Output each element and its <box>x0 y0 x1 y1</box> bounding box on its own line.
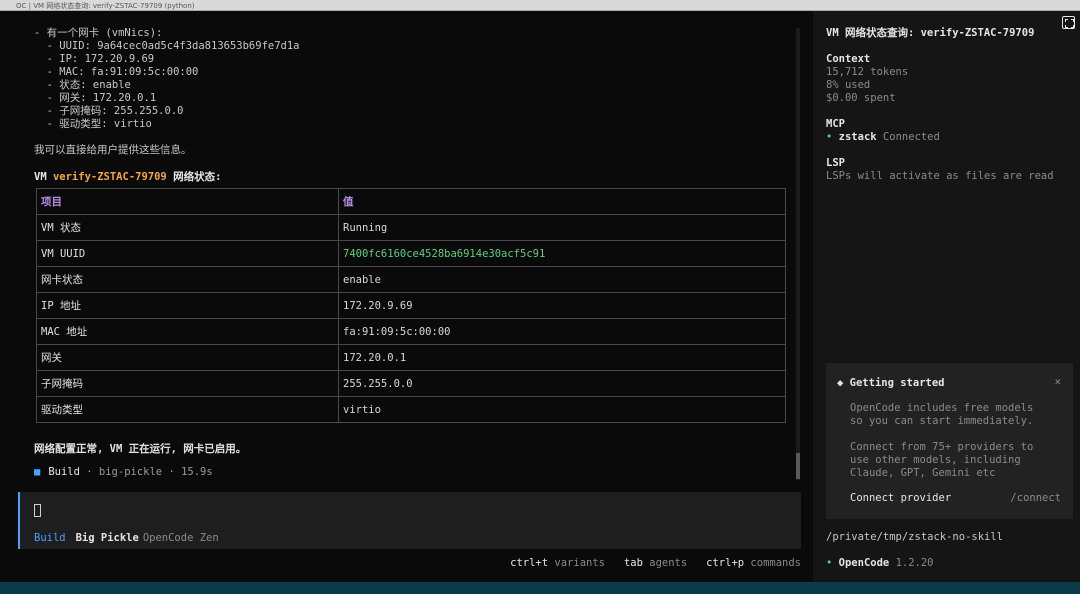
context-tokens: 15,712 tokens <box>826 66 909 78</box>
table-cell-key: VM 状态 <box>36 214 339 241</box>
hint-key: tab <box>623 557 643 569</box>
build-status: ■ Build · big-pickle · 15.9s <box>34 466 213 478</box>
nic-line: - IP: 172.20.9.69 <box>34 53 155 65</box>
getting-started-card: ◆ Getting started × OpenCode includes fr… <box>826 363 1073 519</box>
table-row: IP 地址 172.20.9.69 <box>36 292 786 319</box>
status-heading: VM verify-ZSTAC-79709 网络状态: <box>34 169 221 184</box>
window-titlebar: OC | VM 网络状态查询: verify-ZSTAC-79709 (pyth… <box>0 0 1080 11</box>
text-cursor <box>34 504 41 517</box>
getting-started-line: OpenCode includes free models <box>850 402 1034 414</box>
close-icon[interactable]: × <box>1055 376 1061 388</box>
nic-line: - 状态: enable <box>34 79 131 91</box>
build-model: big-pickle <box>98 466 163 478</box>
nic-line: - 驱动类型: virtio <box>34 118 152 130</box>
context-heading: Context <box>826 53 871 65</box>
status-table: 项目 值 VM 状态 Running VM UUID 7400fc6160ce4… <box>36 188 786 423</box>
scrollbar-thumb[interactable] <box>796 453 800 479</box>
working-directory: /private/tmp/zstack-no-skill <box>826 531 1004 543</box>
table-cell-value: 255.255.0.0 <box>338 370 786 397</box>
table-header: 项目 <box>36 188 339 215</box>
fullscreen-icon[interactable] <box>1062 16 1075 29</box>
connect-provider-button[interactable]: Connect provider <box>850 492 951 504</box>
mcp-server: • zstack Connected <box>826 131 940 144</box>
table-cell-value: enable <box>338 266 786 293</box>
context-used: 8% used <box>826 79 871 91</box>
prompt-mode-bar: Build Big Pickle OpenCode Zen <box>34 532 219 544</box>
table-row: VM UUID 7400fc6160ce4528ba6914e30acf5c91 <box>36 240 786 267</box>
summary-text: 网络配置正常, VM 正在运行, 网卡已启用。 <box>34 443 247 455</box>
table-cell-key: 子网掩码 <box>36 370 339 397</box>
nic-line: - 子网掩码: 255.255.0.0 <box>34 105 184 117</box>
table-row: 子网掩码 255.255.0.0 <box>36 370 786 397</box>
app-name: OpenCode <box>838 557 890 569</box>
desktop-strip <box>0 582 1080 594</box>
table-cell-key: MAC 地址 <box>36 318 339 345</box>
window-title: OC | VM 网络状态查询: verify-ZSTAC-79709 (pyth… <box>16 2 195 10</box>
table-cell-value: Running <box>338 214 786 241</box>
getting-started-line: Claude, GPT, Gemini etc <box>850 467 996 479</box>
mcp-server-status: Connected <box>882 131 940 143</box>
nic-line: - 有一个网卡 (vmNics): <box>34 27 163 39</box>
table-cell-value: fa:91:09:5c:00:00 <box>338 318 786 345</box>
intro-text: 我可以直接给用户提供这些信息。 <box>34 144 192 156</box>
mode-label[interactable]: Build <box>34 532 66 544</box>
table-cell-value: 172.20.0.1 <box>338 344 786 371</box>
mcp-heading: MCP <box>826 118 845 130</box>
nic-line: - MAC: fa:91:09:5c:00:00 <box>34 66 199 78</box>
getting-started-title-text: Getting started <box>849 377 945 389</box>
session-sidebar: VM 网络状态查询: verify-ZSTAC-79709 Context 15… <box>813 11 1080 582</box>
hint-label: agents <box>649 557 688 569</box>
mcp-server-name: zstack <box>838 131 877 143</box>
nic-line: - UUID: 9a64cec0ad5c4f3da813653b69fe7d1a <box>34 40 300 52</box>
table-header-row: 项目 值 <box>36 188 786 215</box>
table-row: 网卡状态 enable <box>36 266 786 293</box>
getting-started-line: use other models, including <box>850 454 1021 466</box>
table-row: 驱动类型 virtio <box>36 396 786 423</box>
diamond-icon: ◆ <box>837 377 844 389</box>
provider-label: OpenCode Zen <box>142 532 219 544</box>
nic-line: - 网关: 172.20.0.1 <box>34 92 157 104</box>
table-cell-key: IP 地址 <box>36 292 339 319</box>
hint-label: variants <box>554 557 605 569</box>
model-label[interactable]: Big Pickle <box>76 532 139 544</box>
heading-prefix: VM <box>34 171 53 183</box>
hint-key: ctrl+p <box>706 557 745 569</box>
table-cell-key: VM UUID <box>36 240 339 267</box>
hint-key: ctrl+t <box>510 557 549 569</box>
build-agent: Build <box>48 466 80 478</box>
keyboard-hints: ctrl+t variants tab agents ctrl+p comman… <box>510 557 801 569</box>
table-cell-value: 7400fc6160ce4528ba6914e30acf5c91 <box>338 240 786 267</box>
lsp-note: LSPs will activate as files are read <box>826 170 1054 182</box>
table-cell-key: 网关 <box>36 344 339 371</box>
context-spent: $0.00 spent <box>826 92 896 104</box>
build-square-icon: ■ <box>34 466 41 478</box>
table-cell-value: virtio <box>338 396 786 423</box>
table-row: 网关 172.20.0.1 <box>36 344 786 371</box>
vm-name: verify-ZSTAC-79709 <box>52 171 167 183</box>
table-cell-key: 网卡状态 <box>36 266 339 293</box>
hint-label: commands <box>750 557 801 569</box>
table-row: VM 状态 Running <box>36 214 786 241</box>
app-version-number: 1.2.20 <box>895 557 934 569</box>
lsp-heading: LSP <box>826 157 845 169</box>
getting-started-line: so you can start immediately. <box>850 415 1034 427</box>
transcript-pane[interactable]: - 有一个网卡 (vmNics): - UUID: 9a64cec0ad5c4f… <box>18 11 803 491</box>
table-cell-key: 驱动类型 <box>36 396 339 423</box>
status-dot-icon: • <box>826 557 833 569</box>
scrollbar-track[interactable] <box>796 28 800 480</box>
table-cell-value: 172.20.9.69 <box>338 292 786 319</box>
prompt-input[interactable]: Build Big Pickle OpenCode Zen <box>18 492 801 549</box>
table-header: 值 <box>338 188 786 215</box>
table-row: MAC 地址 fa:91:09:5c:00:00 <box>36 318 786 345</box>
status-dot-icon: • <box>826 131 833 143</box>
build-duration: 15.9s <box>181 466 213 478</box>
getting-started-title: ◆ Getting started <box>837 377 944 389</box>
app-version: • OpenCode 1.2.20 <box>826 557 934 570</box>
heading-suffix: 网络状态: <box>166 171 222 183</box>
getting-started-line: Connect from 75+ providers to <box>850 441 1034 453</box>
connect-command: /connect <box>1010 492 1061 504</box>
session-title: VM 网络状态查询: verify-ZSTAC-79709 <box>826 27 1035 39</box>
